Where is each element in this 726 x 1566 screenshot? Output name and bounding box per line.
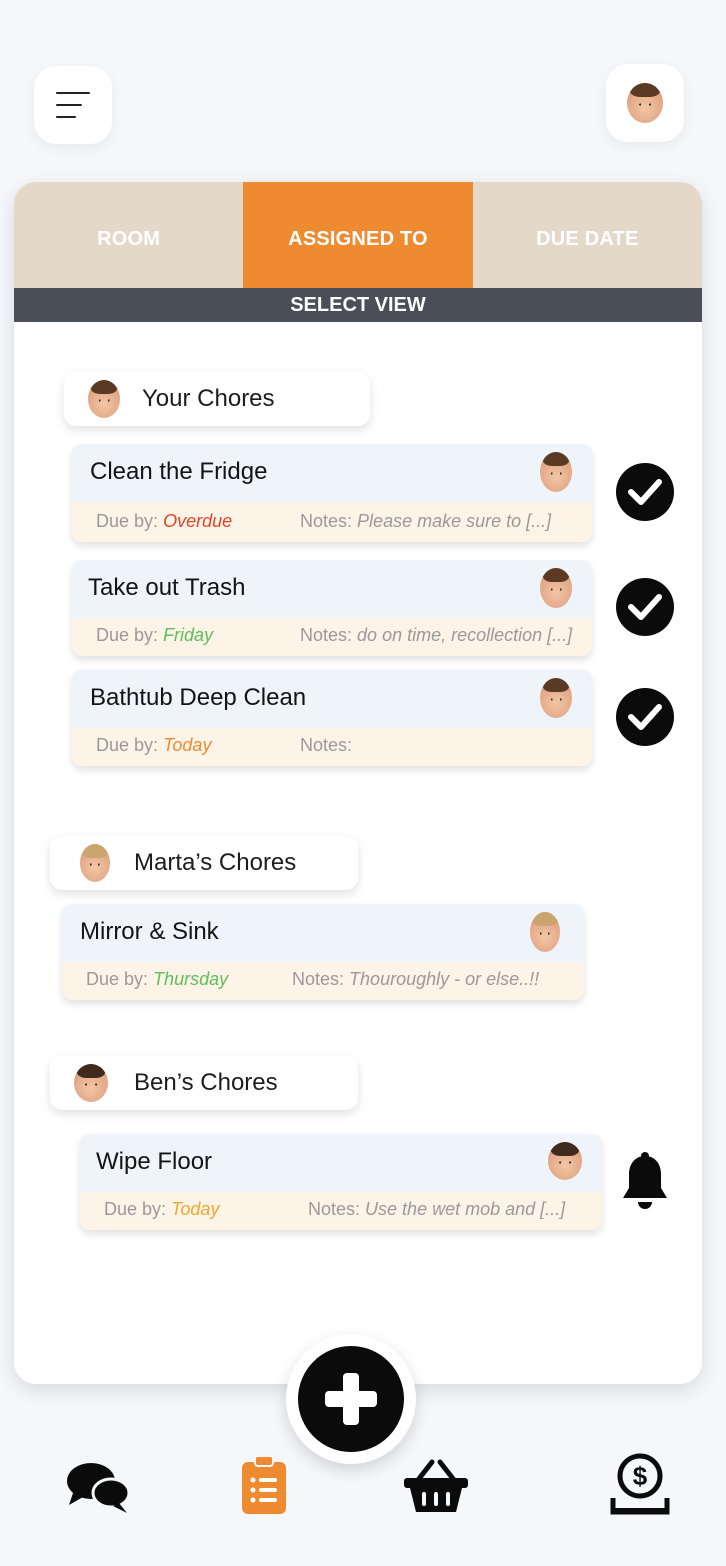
group-header-bens-chores[interactable]: Ben’s Chores	[50, 1056, 358, 1110]
user-avatar	[540, 678, 572, 718]
profile-button[interactable]	[606, 64, 684, 142]
chores-panel: ROOM ASSIGNED TO DUE DATE SELECT VIEW Yo…	[14, 182, 702, 1384]
complete-chore-button[interactable]	[616, 463, 674, 521]
tab-due-date[interactable]: DUE DATE	[473, 182, 702, 288]
due-date: Due by: Thursday	[86, 969, 229, 989]
chore-title: Clean the Fridge	[90, 458, 268, 485]
bell-icon	[623, 1152, 667, 1209]
chore-card[interactable]: Wipe Floor Due by: Today Notes: Use the …	[80, 1134, 602, 1230]
chore-card[interactable]: Take out Trash Due by: Friday Notes: do …	[72, 560, 592, 656]
due-date: Due by: Today	[96, 735, 212, 755]
user-avatar	[627, 83, 663, 123]
user-avatar	[88, 380, 120, 418]
chore-title: Mirror & Sink	[80, 918, 219, 945]
nav-chores[interactable]	[224, 1450, 304, 1520]
chore-notes: Notes: Thouroughly - or else..!!	[292, 969, 540, 989]
chore-card[interactable]: Bathtub Deep Clean Due by: Today Notes:	[72, 670, 592, 766]
chore-card[interactable]: Mirror & Sink Due by: Thursday Notes: Th…	[62, 904, 584, 1000]
view-tabs: ROOM ASSIGNED TO DUE DATE	[14, 182, 702, 288]
tab-assigned-to[interactable]: ASSIGNED TO	[243, 182, 473, 288]
clipboard-list-icon	[242, 1455, 286, 1514]
add-chore-button[interactable]	[286, 1334, 416, 1464]
group-header-martas-chores[interactable]: Marta’s Chores	[50, 836, 358, 890]
select-view-label: SELECT VIEW	[14, 288, 702, 322]
due-date: Due by: Today	[104, 1199, 220, 1219]
user-avatar	[540, 568, 572, 608]
group-title: Marta’s Chores	[134, 849, 297, 876]
ben-avatar	[548, 1142, 582, 1180]
nav-shopping[interactable]	[396, 1452, 476, 1522]
chore-title: Wipe Floor	[96, 1148, 213, 1175]
menu-button[interactable]	[34, 66, 112, 144]
checkmark-icon	[628, 594, 662, 620]
nav-finances[interactable]: $	[600, 1450, 680, 1520]
tab-room[interactable]: ROOM	[14, 182, 243, 288]
due-date: Due by: Overdue	[96, 511, 233, 531]
nav-chat[interactable]	[58, 1452, 138, 1522]
chore-notes: Notes: Please make sure to [...]	[300, 511, 552, 531]
ben-avatar	[74, 1064, 108, 1102]
money-deposit-icon: $	[610, 1453, 670, 1515]
chore-title: Bathtub Deep Clean	[90, 684, 307, 711]
complete-chore-button[interactable]	[616, 688, 674, 746]
marta-avatar	[80, 844, 110, 882]
complete-chore-button[interactable]	[616, 578, 674, 636]
plus-icon	[325, 1373, 377, 1425]
group-header-your-chores[interactable]: Your Chores	[64, 372, 370, 426]
chore-notes: Notes:	[300, 735, 353, 755]
due-date: Due by: Friday	[96, 625, 214, 645]
hamburger-menu-icon	[56, 90, 90, 120]
chore-title: Take out Trash	[88, 574, 246, 601]
chore-card[interactable]: Clean the Fridge Due by: Overdue Notes: …	[72, 444, 592, 542]
reminder-button[interactable]	[616, 1150, 674, 1214]
svg-text:$: $	[633, 1461, 648, 1491]
user-avatar	[540, 452, 572, 492]
checkmark-icon	[628, 479, 662, 505]
marta-avatar	[530, 912, 560, 952]
group-title: Your Chores	[142, 385, 275, 412]
checkmark-icon	[628, 704, 662, 730]
chore-notes: Notes: Use the wet mob and [...]	[308, 1199, 566, 1219]
shopping-basket-icon	[404, 1459, 468, 1512]
chore-notes: Notes: do on time, recollection [...]	[300, 625, 573, 645]
chat-bubbles-icon	[67, 1463, 131, 1513]
group-title: Ben’s Chores	[134, 1069, 278, 1096]
